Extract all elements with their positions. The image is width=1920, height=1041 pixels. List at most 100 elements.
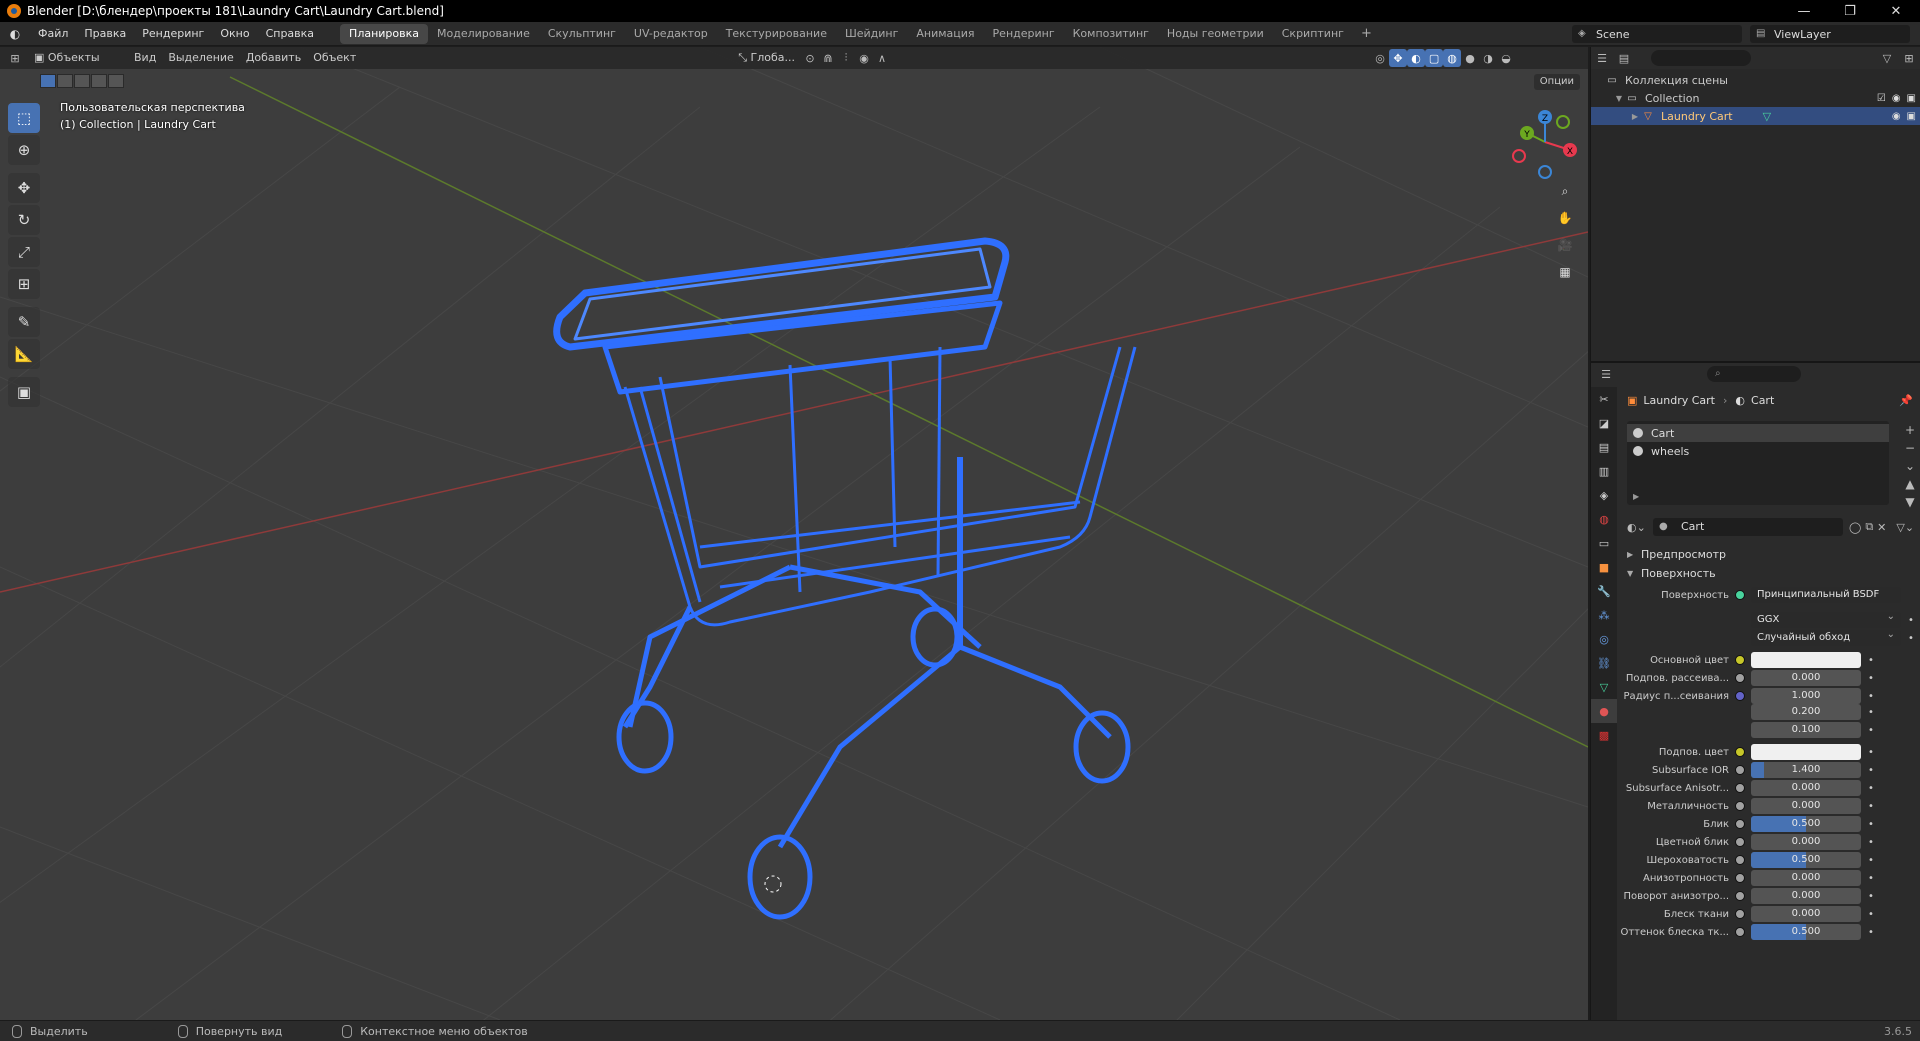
workspace-tab-compositing[interactable]: Композитинг [1064,24,1158,44]
pivot-icon[interactable]: ⊙ [801,49,819,67]
select-invert-icon[interactable] [91,74,107,88]
fake-user-icon[interactable]: ◯ [1849,521,1861,534]
color-swatch-field[interactable] [1751,652,1861,668]
close-button[interactable]: ✕ [1873,0,1919,22]
input-socket-icon[interactable] [1735,873,1745,883]
ortho-grid-icon[interactable]: ▦ [1553,260,1577,284]
wireframe-shading-icon[interactable]: ◍ [1443,49,1462,67]
annotate-tool-icon[interactable]: ✎ [8,307,40,337]
eye-icon[interactable]: ◉ [1892,111,1901,122]
keyframe-dot-icon[interactable]: • [1867,837,1875,848]
workspace-tab-sculpting[interactable]: Скульптинг [539,24,625,44]
subsurface-method-dropdown[interactable]: Случайный обход [1751,630,1901,646]
menu-add[interactable]: Добавить [240,49,307,67]
editor-type-icon[interactable]: ⊞ [6,49,24,67]
workspace-tab-layout[interactable]: Планировка [340,23,429,44]
menu-window[interactable]: Окно [212,22,257,46]
expand-arrow-icon[interactable]: ▶ [1629,112,1641,121]
menu-render[interactable]: Рендеринг [134,22,212,46]
workspace-tab-texture-paint[interactable]: Текстурирование [717,24,836,44]
world-tab-icon[interactable]: ◍ [1591,507,1617,531]
properties-editor-type-icon[interactable]: ☰ [1591,368,1621,381]
workspace-tab-shading[interactable]: Шейдинг [836,24,907,44]
menu-file[interactable]: Файл [30,22,76,46]
particles-tab-icon[interactable]: ⁂ [1591,603,1617,627]
keyframe-dot-icon[interactable]: • [1867,909,1875,920]
output-tab-icon[interactable]: ▤ [1591,435,1617,459]
visibility-icon[interactable]: ◎ [1371,49,1389,67]
color-swatch-field[interactable] [1751,744,1861,760]
workspace-tab-rendering[interactable]: Рендеринг [984,24,1064,44]
scene-selector[interactable]: ◈ Scene [1572,25,1742,43]
exclude-checkbox-icon[interactable]: ☑ [1877,93,1886,104]
blender-menu-icon[interactable]: ◐ [0,27,30,41]
input-socket-icon[interactable] [1735,765,1745,775]
link-dropdown-icon[interactable]: ▽⌄ [1896,521,1914,534]
material-slot-wheels[interactable]: wheels [1627,442,1889,460]
input-socket-icon[interactable] [1735,655,1745,665]
select-new-icon[interactable] [40,74,56,88]
keyframe-dot-icon[interactable]: • [1867,747,1875,758]
solid-shading-icon[interactable]: ● [1461,49,1479,67]
keyframe-dot-icon[interactable]: • [1867,765,1875,776]
material-tab-icon[interactable]: ● [1591,699,1617,723]
list-expand-icon[interactable]: ▶ [1633,492,1639,501]
outliner-editor-type-icon[interactable]: ☰ [1591,49,1613,67]
constraints-tab-icon[interactable]: ⛓ [1591,651,1617,675]
number-field[interactable]: 0.500 [1751,816,1861,832]
input-socket-icon[interactable] [1735,691,1745,701]
select-box-tool-icon[interactable]: ⬚ [8,103,40,133]
add-workspace-button[interactable]: + [1353,26,1380,41]
move-up-icon[interactable]: ▲ [1901,477,1919,493]
zoom-icon[interactable]: ⌕ [1553,179,1577,203]
number-field[interactable]: 0.100 [1751,722,1861,738]
surface-panel-header[interactable]: ▼ Поверхность [1627,564,1919,582]
outliner-row-laundry-cart[interactable]: ▶ ▽ Laundry Cart ▽ ◉ ▣ [1591,107,1920,125]
texture-tab-icon[interactable]: ▩ [1591,723,1617,747]
preview-panel-header[interactable]: ▶ Предпросмотр [1627,545,1919,563]
filter-icon[interactable]: ▽ [1876,49,1898,67]
properties-search-input[interactable]: ⌕ [1707,366,1801,382]
gizmo-neg-z[interactable] [1538,165,1552,179]
snap-icon[interactable]: ⋒ [819,49,837,67]
object-tab-icon[interactable]: ■ [1591,555,1617,579]
gizmo-toggle-icon[interactable]: ✥ [1389,49,1408,67]
keyframe-dot-icon[interactable]: • [1867,707,1875,718]
new-collection-icon[interactable]: ⊞ [1898,49,1920,67]
options-dropdown[interactable]: Опции [1533,74,1580,90]
display-mode-icon[interactable]: ▤ [1613,49,1635,67]
workspace-tab-animation[interactable]: Анимация [907,24,983,44]
keyframe-dot-icon[interactable]: • [1867,783,1875,794]
number-field[interactable]: 0.500 [1751,924,1861,940]
material-name-field[interactable]: Cart [1653,518,1843,536]
maximize-button[interactable]: ❐ [1827,0,1873,22]
input-socket-icon[interactable] [1735,855,1745,865]
overlays-toggle-icon[interactable]: ◐ [1407,49,1426,67]
mesh-data-icon[interactable]: ▽ [1763,110,1771,123]
collection-tab-icon[interactable]: ▭ [1591,531,1617,555]
render-camera-icon[interactable]: ▣ [1907,93,1916,104]
minimize-button[interactable]: — [1781,0,1827,22]
modifiers-tab-icon[interactable]: 🔧 [1591,579,1617,603]
tool-tab-icon[interactable]: ✂ [1591,387,1617,411]
workspace-tab-scripting[interactable]: Скриптинг [1273,24,1353,44]
number-field[interactable]: 1.400 [1751,762,1861,778]
data-tab-icon[interactable]: ▽ [1591,675,1617,699]
menu-select[interactable]: Выделение [162,49,240,67]
measure-tool-icon[interactable]: 📐 [8,339,40,369]
move-tool-icon[interactable]: ✥ [8,173,40,203]
keyframe-dot-icon[interactable]: • [1907,633,1915,644]
transform-tool-icon[interactable]: ⊞ [8,269,40,299]
scale-tool-icon[interactable]: ⤢ [8,237,40,267]
xray-toggle-icon[interactable]: ▢ [1425,49,1444,67]
snap-target-icon[interactable]: ⫶ [837,49,855,67]
render-camera-icon[interactable]: ▣ [1907,111,1916,122]
number-field[interactable]: 0.000 [1751,870,1861,886]
duplicate-material-icon[interactable]: ⧉ [1865,520,1873,534]
render-tab-icon[interactable]: ◪ [1591,411,1617,435]
gizmo-neg-y[interactable] [1556,115,1570,129]
material-shading-icon[interactable]: ◑ [1479,49,1497,67]
workspace-tab-modeling[interactable]: Моделирование [428,24,539,44]
number-field[interactable]: 0.000 [1751,798,1861,814]
number-field[interactable]: 0.000 [1751,888,1861,904]
